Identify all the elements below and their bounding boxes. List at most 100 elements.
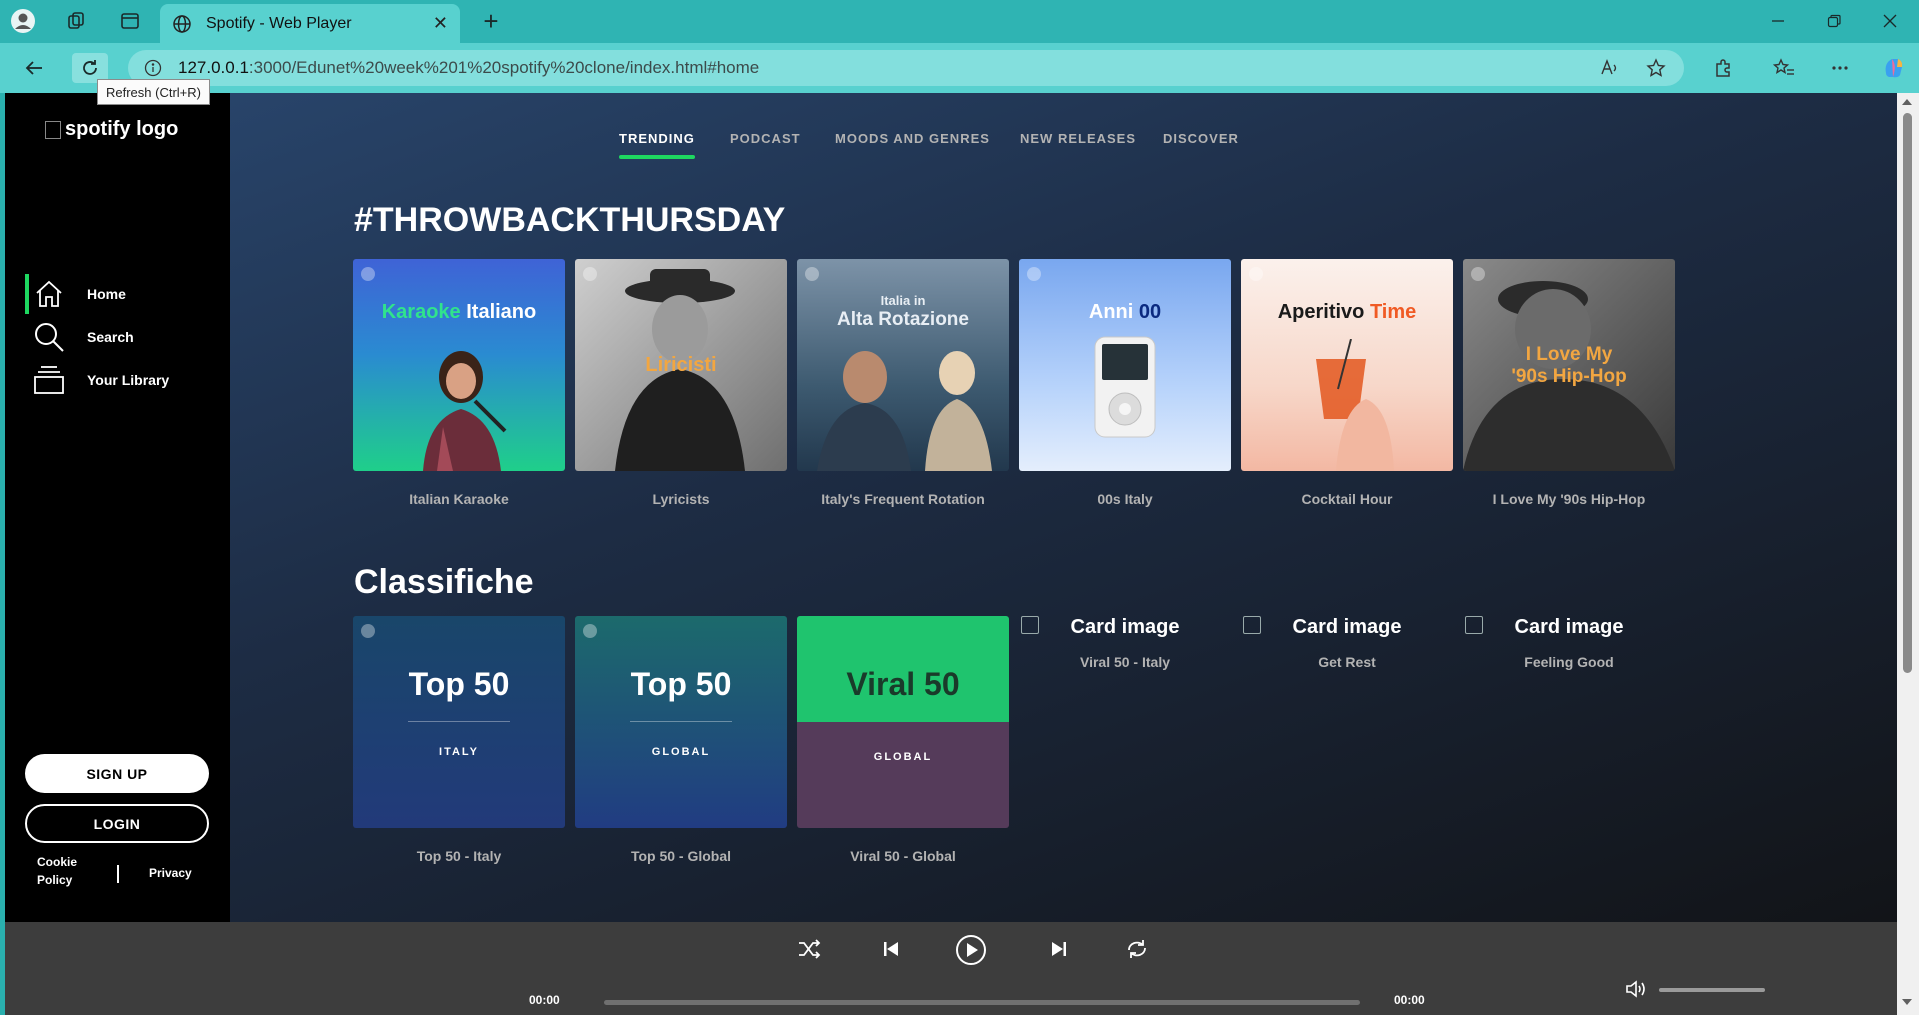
signup-button[interactable]: SIGN UP [25,754,209,793]
browser-tab-bar: Spotify - Web Player ✕ + [0,0,1919,43]
tab-moods-and-genres[interactable]: MOODS AND GENRES [835,131,990,146]
chart-card[interactable]: Card image Viral 50 - Italy [1019,616,1231,670]
copilot-icon[interactable] [1876,53,1912,83]
chart-card[interactable]: Card image Get Rest [1241,616,1453,670]
sidebar-item-label: Search [87,329,134,345]
sidebar-item-home[interactable]: Home [25,274,230,314]
chart-card[interactable]: Card image Feeling Good [1463,616,1675,670]
card-art: Aperitivo Time [1241,259,1453,471]
favorite-star-icon[interactable] [1638,53,1674,83]
library-icon [29,365,69,395]
scrollbar-thumb[interactable] [1903,113,1912,673]
card-image-alt: Card image [1019,616,1231,638]
site-info-icon[interactable] [144,59,162,77]
back-button[interactable] [16,53,52,83]
volume-icon[interactable] [1621,974,1651,1004]
main-content: TRENDING PODCAST MOODS AND GENRES NEW RE… [230,93,1897,922]
more-options-icon[interactable] [1822,53,1858,83]
url-field[interactable]: 127.0.0.1:3000/Edunet%20week%201%20spoti… [128,50,1684,86]
close-window-icon[interactable] [1868,8,1912,34]
card-caption: Cocktail Hour [1301,491,1393,507]
close-tab-icon[interactable]: ✕ [433,13,448,34]
card-caption: Feeling Good [1524,654,1614,670]
tab-discover[interactable]: DISCOVER [1163,131,1239,146]
web-page: spotify logo Home Search Your Library SI… [5,93,1897,1015]
chart-card[interactable]: Top 50 ITALY Top 50 - Italy [353,616,565,864]
chart-card[interactable]: Top 50 GLOBAL Top 50 - Global [575,616,787,864]
card-art: Top 50 GLOBAL [575,616,787,828]
section-title-throwback: #THROWBACKTHURSDAY [354,201,786,239]
broken-image-icon [1021,616,1039,634]
cookie-policy-link[interactable]: Cookie Policy [37,853,77,889]
volume-slider[interactable] [1659,988,1765,992]
spotify-badge-icon [361,267,375,281]
home-icon [29,279,69,309]
playlist-card[interactable]: I Love My '90s Hip-Hop I Love My '90s Hi… [1463,259,1675,507]
page-scrollbar[interactable] [1897,93,1919,1015]
shuffle-icon[interactable] [791,934,827,964]
card-art: Liricisti [575,259,787,471]
playlist-card[interactable]: Anni 00 00s Italy [1019,259,1231,507]
extensions-icon[interactable] [1705,53,1741,83]
card-image-alt: Card image [1241,616,1453,638]
minimize-icon[interactable] [1756,8,1800,34]
spotify-badge-icon [583,624,597,638]
play-button[interactable] [951,930,991,970]
sidebar-item-search[interactable]: Search [29,317,234,357]
card-caption: Italian Karaoke [409,491,509,507]
card-caption: 00s Italy [1097,491,1153,507]
refresh-tooltip: Refresh (Ctrl+R) [97,79,210,105]
tab-actions-icon[interactable] [115,7,145,35]
playlist-card[interactable]: Italia in Alta Rotazione Italy's Frequen… [797,259,1009,507]
favorites-list-icon[interactable] [1766,53,1802,83]
tab-podcast[interactable]: PODCAST [730,131,801,146]
playlist-card[interactable]: Karaoke Italiano Italian Karaoke [353,259,565,507]
card-art: Top 50 ITALY [353,616,565,828]
sidebar-item-library[interactable]: Your Library [29,360,234,400]
card-art: Anni 00 [1019,259,1231,471]
tab-trending[interactable]: TRENDING [619,131,695,159]
spotify-badge-icon [1027,267,1041,281]
browser-tab[interactable]: Spotify - Web Player ✕ [160,4,460,43]
card-caption: Top 50 - Italy [416,848,502,864]
progress-bar[interactable] [604,1000,1360,1005]
new-tab-button[interactable]: + [476,6,506,36]
card-art: Karaoke Italiano [353,259,565,471]
spotify-badge-icon [1249,267,1263,281]
tab-title: Spotify - Web Player [206,14,352,32]
total-time: 00:00 [1394,993,1425,1007]
footer-divider [117,865,119,883]
broken-image-icon [45,120,61,139]
profile-icon[interactable] [8,7,38,35]
search-icon [29,321,69,353]
login-button[interactable]: LOGIN [25,804,209,843]
card-caption: I Love My '90s Hip-Hop [1492,491,1646,507]
spotify-badge-icon [805,267,819,281]
broken-image-icon [1243,616,1261,634]
next-icon[interactable] [1041,934,1077,964]
card-caption: Top 50 - Global [630,848,732,864]
current-time: 00:00 [529,993,560,1007]
tab-new-releases[interactable]: NEW RELEASES [1020,131,1136,146]
privacy-link[interactable]: Privacy [149,864,192,882]
read-aloud-icon[interactable] [1592,53,1628,83]
scroll-up-icon[interactable] [1902,99,1912,105]
restore-icon[interactable] [1812,8,1856,34]
previous-icon[interactable] [873,934,909,964]
broken-image-icon [1465,616,1483,634]
spotify-logo[interactable]: spotify logo [45,118,178,141]
playlist-card[interactable]: Aperitivo Time Cocktail Hour [1241,259,1453,507]
card-art: Viral 50 GLOBAL [797,616,1009,828]
card-image-alt: Card image [1463,616,1675,638]
chart-card[interactable]: Viral 50 GLOBAL Viral 50 - Global [797,616,1009,864]
workspaces-icon[interactable] [62,7,92,35]
repeat-icon[interactable] [1119,934,1155,964]
sidebar-item-label: Your Library [87,372,170,388]
playlist-card[interactable]: Liricisti Lyricists [575,259,787,507]
card-caption: Get Rest [1318,654,1376,670]
card-art: I Love My '90s Hip-Hop [1463,259,1675,471]
card-caption: Viral 50 - Global [850,848,956,864]
address-bar: 127.0.0.1:3000/Edunet%20week%201%20spoti… [0,43,1919,93]
section-title-charts: Classifiche [354,563,534,601]
scroll-down-icon[interactable] [1902,999,1912,1005]
